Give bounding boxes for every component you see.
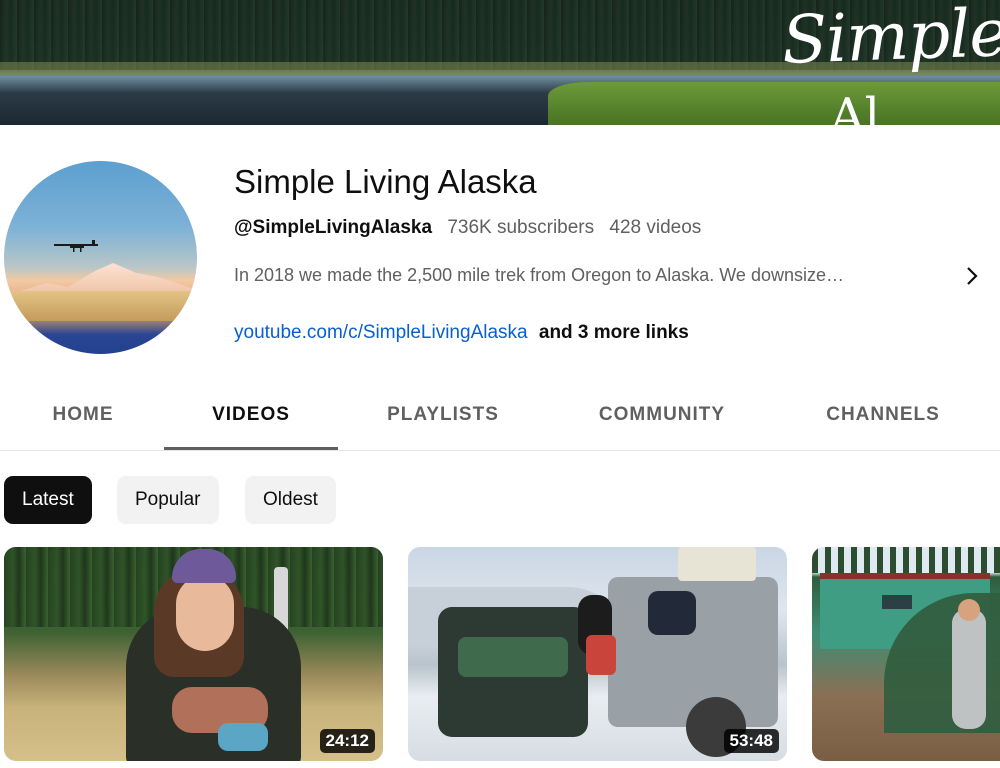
tab-videos[interactable]: VIDEOS (164, 380, 338, 450)
chip-latest[interactable]: Latest (4, 476, 92, 524)
banner-marsh (548, 82, 1000, 125)
channel-tabs: HOME VIDEOS PLAYLISTS COMMUNITY CHANNELS (0, 380, 1000, 451)
video-thumbnail[interactable]: 53:48 (408, 547, 787, 761)
person (952, 609, 986, 729)
tree-line (812, 547, 1000, 573)
tab-playlists[interactable]: PLAYLISTS (364, 380, 522, 450)
video-duration: 24:12 (319, 729, 375, 753)
chip-popular[interactable]: Popular (117, 476, 219, 524)
more-links-button[interactable]: and 3 more links (539, 322, 689, 343)
cabin-window (882, 595, 912, 609)
banner-brand-text-2: Al (830, 88, 881, 125)
red-container (586, 635, 616, 675)
channel-avatar[interactable] (4, 161, 197, 354)
person-head (958, 599, 980, 621)
channel-link[interactable]: youtube.com/c/SimpleLivingAlaska (234, 322, 528, 343)
person-face (176, 575, 234, 651)
channel-handle: @SimpleLivingAlaska (234, 217, 433, 238)
tab-community[interactable]: COMMUNITY (572, 380, 752, 450)
subscriber-count: 736K subscribers (447, 217, 595, 238)
video-thumbnail[interactable] (812, 547, 1000, 761)
chip-oldest[interactable]: Oldest (245, 476, 336, 524)
glove (218, 723, 268, 751)
channel-banner: Simple Al (0, 0, 1000, 125)
green-pack (458, 637, 568, 677)
video-thumbnail[interactable]: 24:12 (4, 547, 383, 761)
video-count: 428 videos (609, 217, 702, 238)
channel-description[interactable]: In 2018 we made the 2,500 mile trek from… (234, 265, 946, 286)
chevron-right-icon[interactable] (958, 262, 986, 290)
dog (648, 591, 696, 635)
roof-box (678, 547, 756, 581)
tab-home[interactable]: HOME (30, 380, 136, 450)
airplane-icon (54, 240, 98, 252)
active-tab-indicator (164, 447, 338, 450)
channel-title: Simple Living Alaska (234, 163, 537, 200)
channel-meta: @SimpleLivingAlaska 736K subscribers 428… (234, 217, 701, 239)
channel-links: youtube.com/c/SimpleLivingAlaska and 3 m… (234, 322, 689, 344)
video-duration: 53:48 (723, 729, 779, 753)
avatar-field (4, 291, 197, 321)
banner-brand-text: Simple (780, 0, 1000, 79)
tab-channels[interactable]: CHANNELS (800, 380, 966, 450)
